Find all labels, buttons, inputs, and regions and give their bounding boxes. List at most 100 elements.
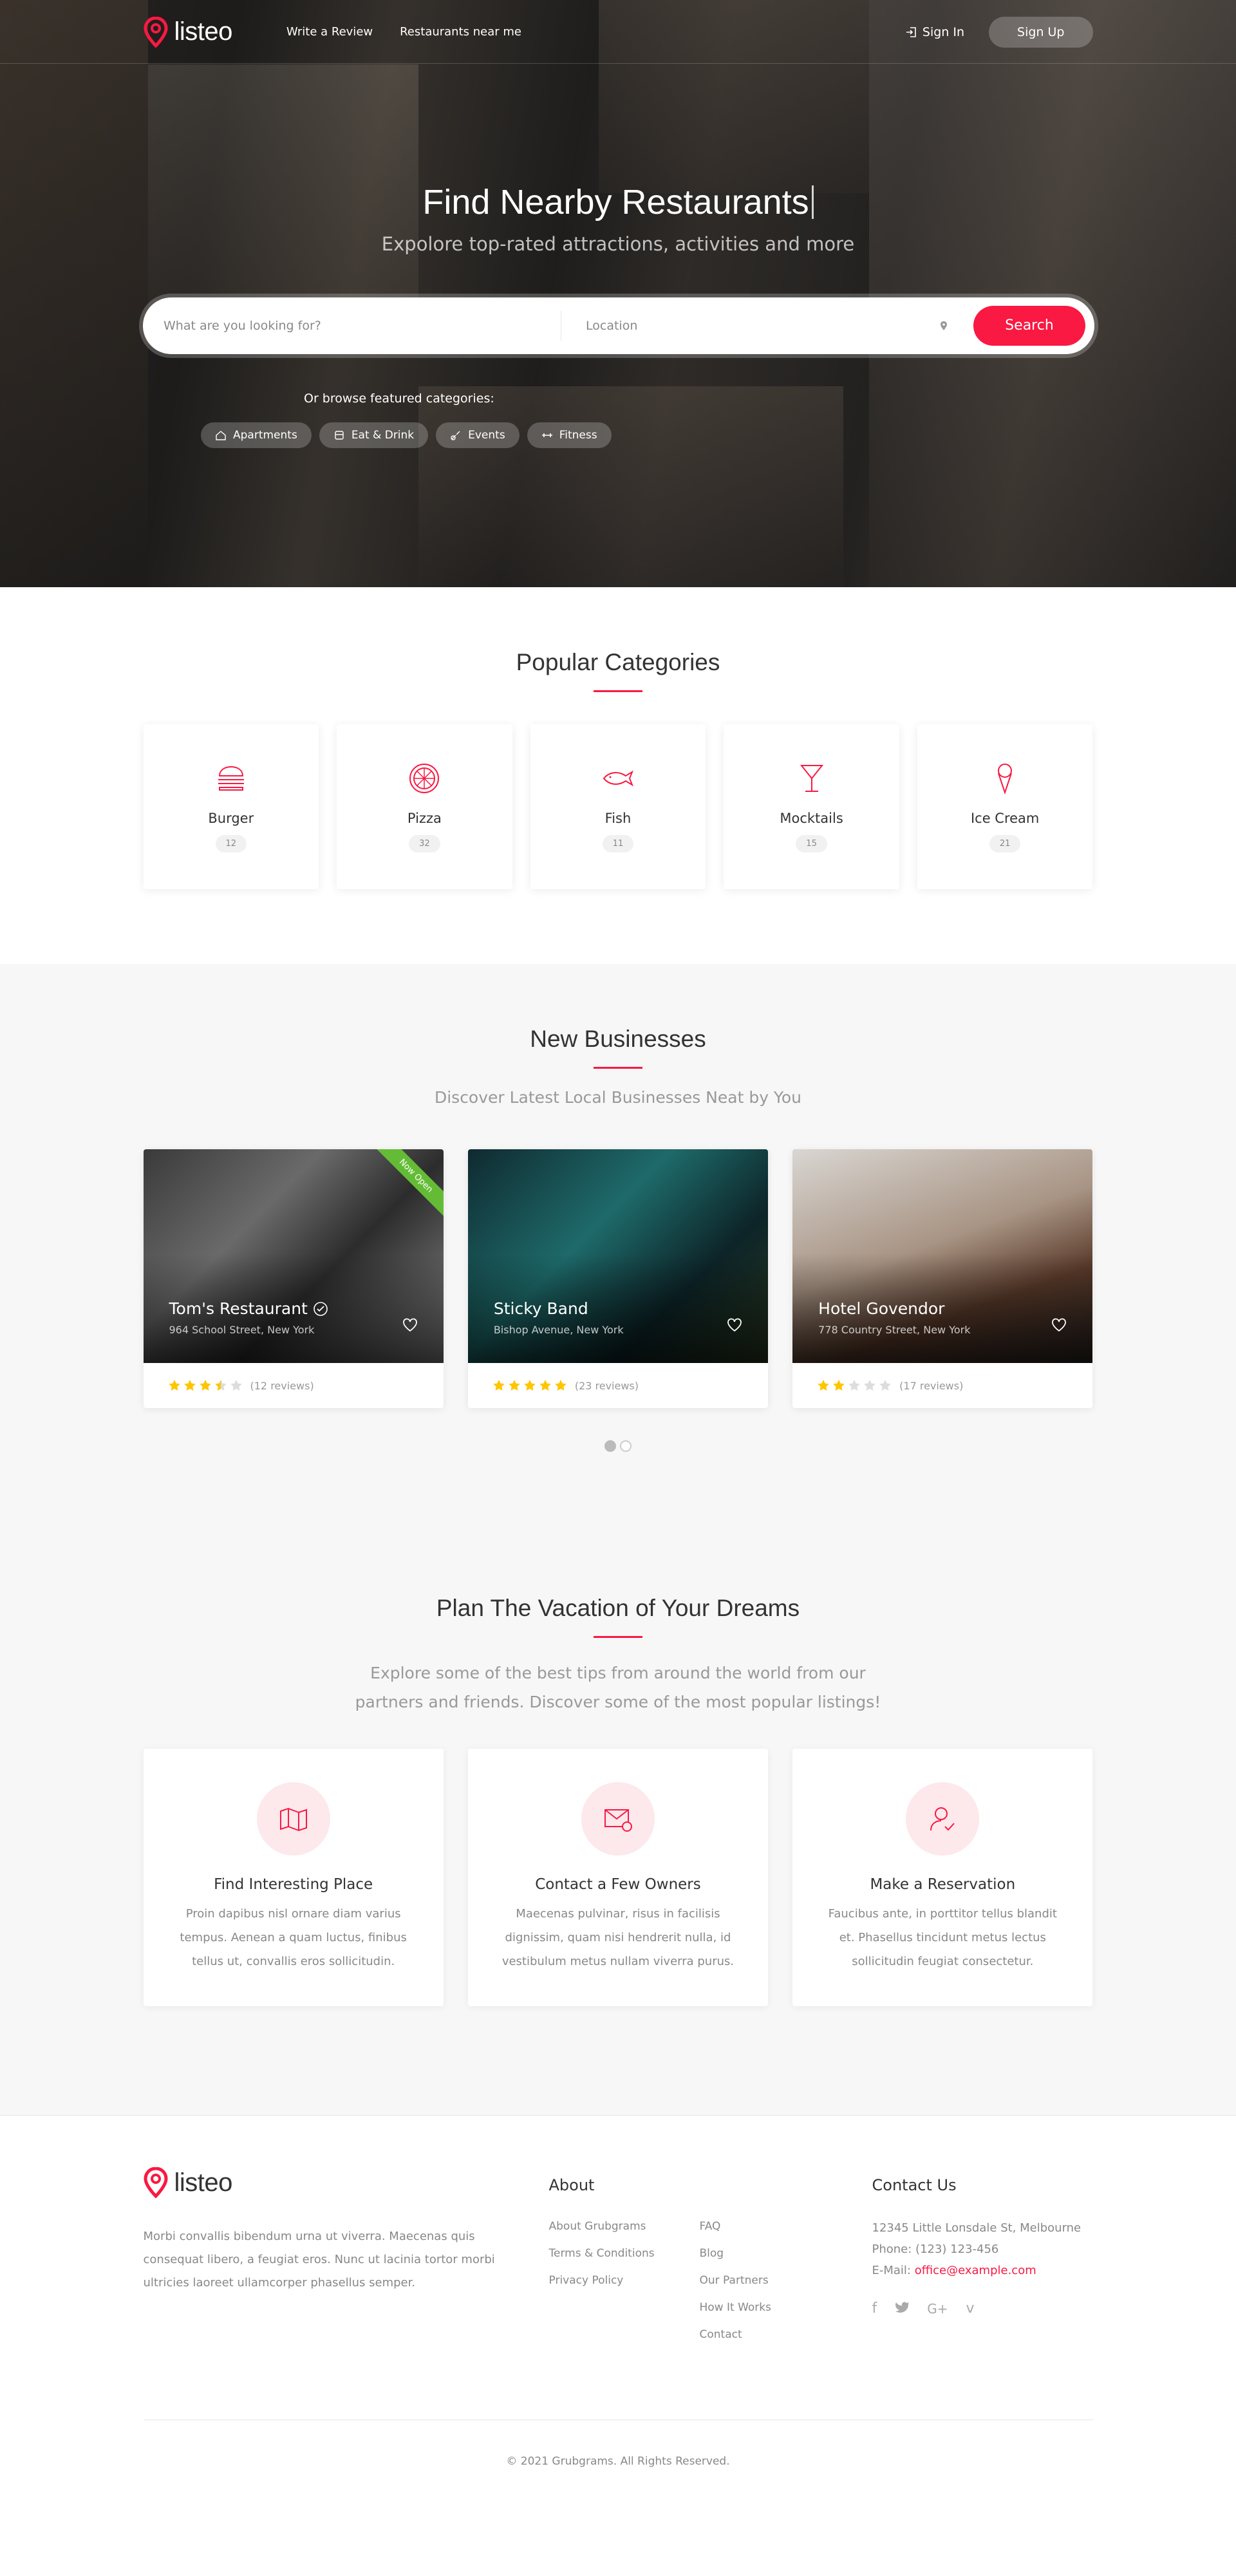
heart-bookmark-icon[interactable] <box>402 1318 418 1332</box>
nav-restaurants-near-me[interactable]: Restaurants near me <box>400 25 521 39</box>
browse-categories-label: Or browse featured categories: <box>304 391 494 406</box>
feature-card: Contact a Few Owners Maecenas pulvinar, … <box>467 1749 769 2006</box>
star-icon <box>833 1380 845 1391</box>
site-footer: listeo Morbi convallis bibendum urna ut … <box>0 2115 1236 2576</box>
footer-link[interactable]: Contact <box>700 2328 771 2341</box>
category-count: 21 <box>989 835 1021 852</box>
chip-fitness[interactable]: Fitness <box>527 422 612 448</box>
listing-card[interactable]: Now Open Tom's Restaurant 964 School Str… <box>143 1149 444 1408</box>
category-card-burger[interactable]: Burger 12 <box>143 724 319 889</box>
feature-card: Find Interesting Place Proin dapibus nis… <box>143 1749 444 2006</box>
new-businesses-section: New Businesses Discover Latest Local Bus… <box>0 964 1236 1537</box>
footer-link[interactable]: Privacy Policy <box>549 2274 700 2287</box>
sign-up-button[interactable]: Sign Up <box>989 16 1093 48</box>
ice-cream-icon <box>998 764 1013 795</box>
hero-subtitle: Expolore top-rated attractions, activiti… <box>381 233 855 255</box>
chip-events[interactable]: Events <box>436 422 520 448</box>
star-icon <box>183 1380 196 1391</box>
listing-name: Sticky Band <box>493 1299 588 1318</box>
typing-caret <box>811 185 814 219</box>
heart-bookmark-icon[interactable] <box>1051 1318 1067 1332</box>
category-card-mocktails[interactable]: Mocktails 15 <box>724 724 899 889</box>
footer-link[interactable]: Blog <box>700 2247 771 2260</box>
contact-phone: Phone: (123) 123-456 <box>872 2242 999 2256</box>
footer-link[interactable]: Our Partners <box>700 2274 771 2287</box>
feature-text: Maecenas pulvinar, risus in facilisis di… <box>501 1907 735 1968</box>
carousel-dot[interactable] <box>620 1440 632 1452</box>
fish-icon <box>603 770 634 787</box>
listing-image: Hotel Govendor 778 Country Street, New Y… <box>792 1149 1093 1363</box>
chip-label: Apartments <box>233 429 297 442</box>
location-input[interactable]: Location <box>561 319 973 333</box>
sign-in-label: Sign In <box>922 24 965 39</box>
chip-eat-drink[interactable]: Eat & Drink <box>319 422 429 448</box>
category-count: 15 <box>796 835 827 852</box>
footer-about-text: Morbi convallis bibendum urna ut viverra… <box>143 2230 495 2289</box>
feature-title: Make a Reservation <box>870 1876 1016 1893</box>
star-icon <box>509 1380 520 1391</box>
footer-about-heading: About <box>548 2176 595 2194</box>
search-bar: What are you looking for? Location Searc… <box>143 297 1094 354</box>
star-rating <box>168 1379 243 1392</box>
star-icon <box>199 1380 211 1391</box>
cocktail-icon <box>800 765 823 792</box>
map-pin-logo-icon <box>143 16 168 48</box>
listing-rating: (12 reviews) <box>144 1363 444 1408</box>
listing-name: Tom's Restaurant <box>169 1299 308 1318</box>
category-name: Ice Cream <box>970 811 1040 826</box>
star-icon <box>493 1380 505 1391</box>
chip-apartments[interactable]: Apartments <box>201 422 312 448</box>
section-title: Popular Categories <box>516 649 720 675</box>
popular-categories-section: Popular Categories Burger 12 Pizza 32 Fi… <box>0 587 1236 964</box>
star-rating <box>492 1379 567 1392</box>
map-icon <box>279 1807 307 1832</box>
category-card-fish[interactable]: Fish 11 <box>530 724 706 889</box>
star-icon <box>818 1380 829 1391</box>
listing-address: 778 Country Street, New York <box>818 1324 971 1336</box>
footer-link[interactable]: Terms & Conditions <box>549 2247 700 2260</box>
heart-bookmark-icon[interactable] <box>727 1318 742 1332</box>
category-name: Fish <box>604 811 632 826</box>
search-button[interactable]: Search <box>973 306 1085 346</box>
feature-card: Make a Reservation Faucibus ante, in por… <box>792 1749 1093 2006</box>
category-card-ice-cream[interactable]: Ice Cream 21 <box>917 724 1093 889</box>
star-icon <box>230 1380 242 1391</box>
listing-card[interactable]: Sticky Band Bishop Avenue, New York (23 … <box>467 1149 769 1408</box>
twitter-icon[interactable] <box>895 2300 909 2317</box>
title-underline <box>594 1636 642 1638</box>
guitar-icon <box>451 431 460 440</box>
category-card-pizza[interactable]: Pizza 32 <box>337 724 512 889</box>
carousel-dot[interactable] <box>604 1440 616 1452</box>
subtitle-line: partners and friends. Discover some of t… <box>355 1693 881 1711</box>
vimeo-icon[interactable]: v <box>966 2300 975 2317</box>
category-name: Burger <box>208 811 254 826</box>
plan-vacation-section: Plan The Vacation of Your Dreams Explore… <box>0 1537 1236 2115</box>
map-pin-logo-icon <box>143 2167 168 2198</box>
listing-title: Tom's Restaurant <box>169 1299 328 1318</box>
sign-in-link[interactable]: Sign In <box>906 25 964 39</box>
google-plus-icon[interactable]: G+ <box>927 2301 948 2317</box>
site-logo[interactable]: listeo <box>143 16 232 48</box>
listing-address: 964 School Street, New York <box>169 1324 315 1336</box>
nav-write-review[interactable]: Write a Review <box>286 25 373 39</box>
footer-logo[interactable]: listeo <box>143 2167 549 2198</box>
chip-label: Events <box>468 429 505 442</box>
footer-link[interactable]: How It Works <box>700 2301 771 2314</box>
search-input[interactable]: What are you looking for? <box>143 311 561 341</box>
star-icon <box>168 1380 180 1391</box>
category-count: 12 <box>215 835 247 852</box>
listing-rating: (17 reviews) <box>792 1363 1092 1408</box>
footer-link[interactable]: FAQ <box>700 2220 771 2233</box>
facebook-icon[interactable]: f <box>872 2300 877 2317</box>
contact-email-link[interactable]: office@example.com <box>915 2264 1036 2277</box>
chip-label: Eat & Drink <box>351 429 415 442</box>
food-icon <box>335 431 344 440</box>
star-icon <box>524 1380 536 1391</box>
section-title: New Businesses <box>530 1026 706 1052</box>
footer-link[interactable]: About Grubgrams <box>549 2220 700 2233</box>
chip-label: Fitness <box>559 429 597 442</box>
featured-categories: Apartments Eat & Drink Events Fitness <box>201 422 612 448</box>
listing-address: Bishop Avenue, New York <box>493 1324 624 1336</box>
sign-in-icon <box>906 26 916 37</box>
listing-card[interactable]: Hotel Govendor 778 Country Street, New Y… <box>792 1149 1093 1408</box>
